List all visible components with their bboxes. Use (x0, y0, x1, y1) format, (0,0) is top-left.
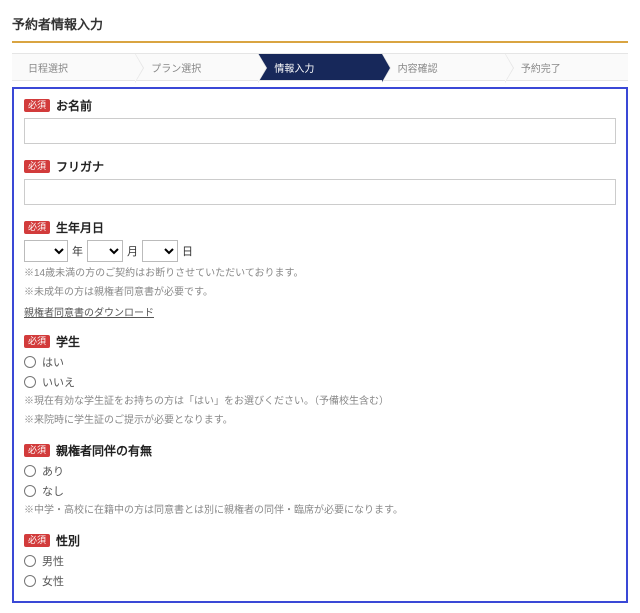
step-schedule: 日程選択 (12, 54, 135, 80)
step-info-input: 情報入力 (258, 54, 381, 80)
step-label: プラン選択 (151, 60, 201, 75)
field-name: 必須 お名前 (24, 97, 616, 144)
student-yes-row[interactable]: はい (24, 354, 616, 370)
guardian-no-label: なし (42, 483, 64, 499)
step-complete: 予約完了 (505, 54, 628, 80)
field-kana: 必須 フリガナ (24, 158, 616, 205)
required-badge: 必須 (24, 444, 50, 458)
guardian-yes-radio[interactable] (24, 465, 36, 477)
progress-stepper: 日程選択 プラン選択 情報入力 内容確認 予約完了 (12, 53, 628, 81)
field-gender: 必須 性別 男性 女性 (24, 532, 616, 589)
required-badge: 必須 (24, 335, 50, 349)
field-birthdate: 必須 生年月日 年 月 日 ※14歳未満の方のご契約はお断りさせていただいており… (24, 219, 616, 319)
label-birthdate: 生年月日 (56, 219, 104, 236)
required-badge: 必須 (24, 534, 50, 548)
gender-male-label: 男性 (42, 553, 64, 569)
label-name: お名前 (56, 97, 92, 114)
guardian-yes-row[interactable]: あり (24, 463, 616, 479)
student-no-radio[interactable] (24, 376, 36, 388)
title-divider (12, 41, 628, 43)
student-yes-radio[interactable] (24, 356, 36, 368)
student-yes-label: はい (42, 354, 64, 370)
gender-female-row[interactable]: 女性 (24, 573, 616, 589)
label-kana: フリガナ (56, 158, 104, 175)
consent-download-link[interactable]: 親権者同意書のダウンロード (24, 304, 154, 319)
guardian-yes-label: あり (42, 463, 64, 479)
field-guardian: 必須 親権者同伴の有無 あり なし ※中学・高校に在籍中の方は同意書とは別に親権… (24, 442, 616, 518)
form-container: 必須 お名前 必須 フリガナ 必須 生年月日 年 月 (12, 87, 628, 603)
name-input[interactable] (24, 118, 616, 144)
label-guardian: 親権者同伴の有無 (56, 442, 152, 459)
step-label: 内容確認 (398, 60, 438, 75)
step-plan: プラン選択 (135, 54, 258, 80)
year-suffix: 年 (72, 243, 83, 259)
gender-female-radio[interactable] (24, 575, 36, 587)
gender-male-row[interactable]: 男性 (24, 553, 616, 569)
day-select[interactable] (142, 240, 178, 262)
birthdate-note-2: ※未成年の方は親権者同意書が必要です。 (24, 285, 616, 300)
gender-female-label: 女性 (42, 573, 64, 589)
required-badge: 必須 (24, 221, 50, 235)
birthdate-note-1: ※14歳未満の方のご契約はお断りさせていただいております。 (24, 266, 616, 281)
required-badge: 必須 (24, 160, 50, 174)
kana-input[interactable] (24, 179, 616, 205)
step-label: 日程選択 (28, 60, 68, 75)
gender-male-radio[interactable] (24, 555, 36, 567)
step-label: 予約完了 (521, 60, 561, 75)
label-gender: 性別 (56, 532, 80, 549)
step-label: 情報入力 (274, 60, 314, 75)
student-note-2: ※来院時に学生証のご提示が必要となります。 (24, 413, 616, 428)
month-suffix: 月 (127, 243, 138, 259)
guardian-no-row[interactable]: なし (24, 483, 616, 499)
day-suffix: 日 (182, 243, 193, 259)
student-note-1: ※現在有効な学生証をお持ちの方は「はい」をお選びください。（予備校生含む） (24, 394, 616, 409)
step-confirm: 内容確認 (382, 54, 505, 80)
field-student: 必須 学生 はい いいえ ※現在有効な学生証をお持ちの方は「はい」をお選びくださ… (24, 333, 616, 428)
student-no-label: いいえ (42, 374, 75, 390)
year-select[interactable] (24, 240, 68, 262)
label-student: 学生 (56, 333, 80, 350)
guardian-note: ※中学・高校に在籍中の方は同意書とは別に親権者の同伴・臨席が必要になります。 (24, 503, 616, 518)
guardian-no-radio[interactable] (24, 485, 36, 497)
required-badge: 必須 (24, 99, 50, 113)
page-title: 予約者情報入力 (12, 10, 628, 41)
month-select[interactable] (87, 240, 123, 262)
student-no-row[interactable]: いいえ (24, 374, 616, 390)
